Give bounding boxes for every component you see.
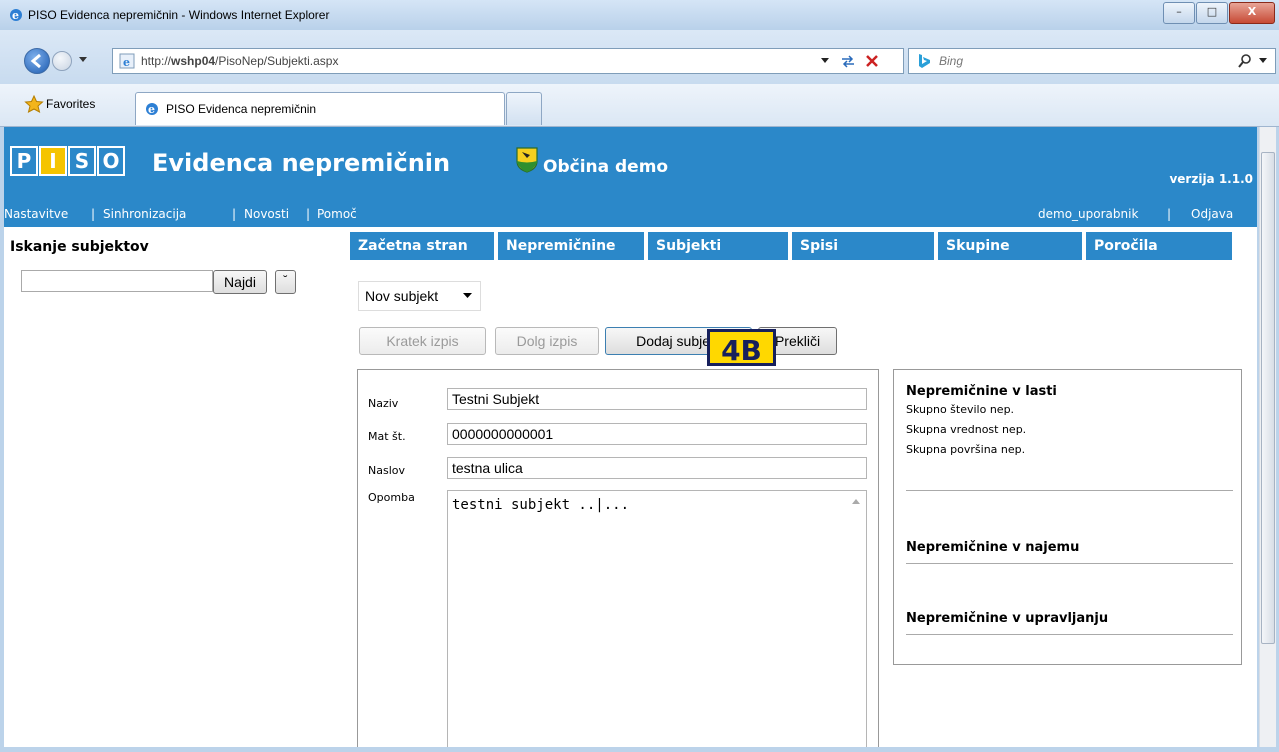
address-host: wshp04 [171, 54, 216, 68]
expand-search-button[interactable]: ˘ [275, 270, 296, 294]
search-icon[interactable] [1237, 53, 1253, 69]
owned-count-label: Skupno število nep. [906, 403, 1015, 416]
logo-letter-p: P [10, 146, 38, 176]
menu-tab-porocila[interactable]: Poročila [1086, 232, 1232, 260]
scrollbar-thumb[interactable] [1261, 152, 1275, 644]
short-print-button[interactable]: Kratek izpis [359, 327, 486, 355]
ie-icon: e [10, 9, 22, 22]
close-button[interactable]: X [1229, 2, 1275, 24]
favorites-button[interactable]: Favorites [6, 90, 124, 120]
naziv-input[interactable] [447, 388, 867, 410]
back-button[interactable] [24, 48, 50, 74]
search-dropdown-icon[interactable] [1259, 58, 1267, 64]
ie-tab-icon: e [146, 103, 158, 116]
mat-input[interactable] [447, 423, 867, 445]
subject-type-select[interactable]: Nov subjekt [358, 281, 481, 311]
forward-button[interactable] [52, 51, 72, 71]
naslov-input[interactable] [447, 457, 867, 479]
back-arrow-icon [30, 53, 41, 69]
logo-letter-i: I [39, 146, 67, 176]
link-nastavitve[interactable]: Nastavitve [4, 207, 68, 221]
maximize-button[interactable]: □ [1196, 2, 1228, 24]
link-separator: | [306, 207, 311, 221]
link-separator: | [91, 207, 96, 221]
divider [906, 490, 1233, 491]
version-label: verzija 1.1.0 [1169, 172, 1253, 186]
link-separator: | [1167, 207, 1172, 221]
subject-search-input[interactable] [21, 270, 213, 292]
link-separator: | [232, 207, 237, 221]
history-dropdown-icon[interactable] [78, 56, 88, 64]
naziv-label: Naziv [368, 397, 399, 410]
annotation-badge: 4B [707, 329, 776, 367]
window-title: PISO Evidenca nepremičnin - Windows Inte… [28, 8, 330, 22]
browser-tab-active[interactable]: e PISO Evidenca nepremičnin [135, 92, 505, 125]
star-icon [24, 95, 44, 113]
link-pomoc[interactable]: Pomoč [317, 207, 357, 221]
browser-search-box[interactable]: Bing [908, 48, 1276, 74]
link-novosti[interactable]: Novosti [244, 207, 289, 221]
chevron-down-icon [463, 293, 472, 298]
menu-tab-spisi[interactable]: Spisi [792, 232, 934, 260]
svg-text:e: e [148, 103, 155, 116]
divider [906, 634, 1233, 635]
refresh-icon[interactable] [839, 53, 857, 69]
menu-tab-skupine[interactable]: Skupine [938, 232, 1082, 260]
logo-letter-s: S [68, 146, 96, 176]
opomba-text: testni subjekt ..|... [452, 497, 630, 513]
mat-label: Mat št. [368, 430, 406, 443]
rented-properties-title: Nepremičnine v najemu [906, 540, 1080, 555]
logo-letter-o: O [97, 146, 125, 176]
municipality-name: Občina demo [543, 157, 669, 177]
owned-area-label: Skupna površina nep. [906, 443, 1026, 456]
managed-properties-title: Nepremičnine v upravljanju [906, 611, 1109, 626]
search-engine-placeholder: Bing [939, 54, 964, 68]
minimize-button[interactable]: – [1163, 2, 1195, 24]
app-header: P I S O Evidenca nepremičnin Občina demo… [4, 127, 1257, 227]
username: demo_uporabnik [1038, 207, 1139, 221]
address-bar[interactable]: e http://wshp04/PisoNep/Subjekti.aspx [112, 48, 904, 74]
address-url: http://wshp04/PisoNep/Subjekti.aspx [141, 54, 339, 68]
scroll-up-icon[interactable] [852, 499, 860, 505]
find-button[interactable]: Najdi [213, 270, 267, 294]
opomba-textarea[interactable]: testni subjekt ..|... [447, 490, 867, 747]
svg-text:e: e [123, 56, 130, 69]
sidebar-title: Iskanje subjektov [10, 239, 149, 255]
naslov-label: Naslov [368, 464, 405, 477]
opomba-label: Opomba [368, 491, 415, 504]
long-print-button[interactable]: Dolg izpis [495, 327, 599, 355]
divider [906, 563, 1233, 564]
new-tab-button[interactable] [506, 92, 542, 125]
app-title: Evidenca nepremičnin [152, 149, 451, 177]
window-titlebar: e PISO Evidenca nepremičnin - Windows In… [0, 0, 1279, 31]
stop-icon[interactable] [865, 54, 879, 68]
coat-of-arms-icon [516, 147, 538, 173]
menu-tab-subjekti[interactable]: Subjekti [648, 232, 788, 260]
menu-tab-nepremicnine[interactable]: Nepremičnine [498, 232, 644, 260]
owned-properties-title: Nepremičnine v lasti [906, 384, 1057, 399]
bing-icon [919, 54, 930, 68]
header-links: Nastavitve | Sinhronizacija | Novosti | … [4, 207, 1257, 227]
owned-value-label: Skupna vrednost nep. [906, 423, 1027, 436]
svg-text:e: e [12, 9, 19, 22]
page-icon: e [119, 53, 135, 69]
menu-tab-zacetna-stran[interactable]: Začetna stran [350, 232, 494, 260]
page-content: P I S O Evidenca nepremičnin Občina demo… [4, 127, 1257, 747]
logout-link[interactable]: Odjava [1191, 207, 1233, 221]
link-sinhronizacija[interactable]: Sinhronizacija [103, 207, 186, 221]
address-dropdown-icon[interactable] [821, 58, 829, 64]
